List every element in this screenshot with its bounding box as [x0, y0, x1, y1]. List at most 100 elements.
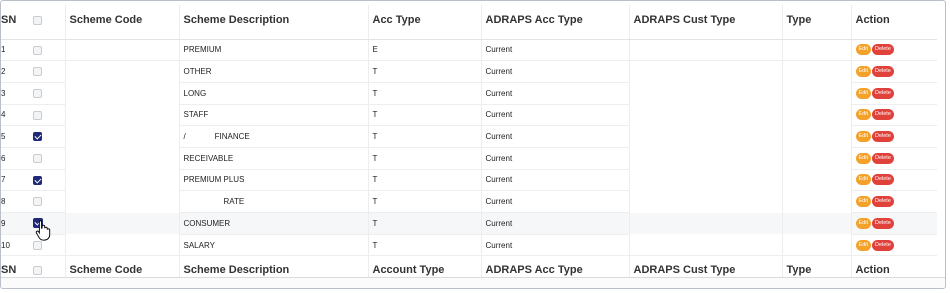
- table-row[interactable]: 3 LONG T Current Edit Delete: [1, 82, 937, 105]
- cell-adraps-cust-type: [628, 125, 782, 148]
- row-checkbox[interactable]: [33, 45, 42, 55]
- row-checkbox[interactable]: [33, 218, 43, 229]
- cell-action: Edit Delete: [850, 125, 937, 148]
- cell-adraps-acc-type: Current: [480, 169, 629, 192]
- cell-action: Edit Delete: [850, 60, 937, 83]
- delete-button[interactable]: Delete: [871, 131, 894, 143]
- cell-scheme-description: PREMIUM PLUS: [178, 169, 368, 192]
- row-checkbox[interactable]: [33, 240, 42, 250]
- delete-button[interactable]: Delete: [871, 87, 894, 99]
- cell-select[interactable]: [29, 104, 65, 127]
- cell-scheme-description: / FINANCE: [178, 125, 368, 148]
- cell-select[interactable]: [29, 234, 65, 257]
- header-acc-type[interactable]: Acc Type: [367, 5, 481, 40]
- header-select-all[interactable]: [29, 5, 65, 40]
- cell-sn: 3: [1, 82, 29, 105]
- row-checkbox[interactable]: [33, 132, 42, 142]
- cell-type: [781, 190, 851, 213]
- edit-button[interactable]: Edit: [855, 131, 871, 143]
- delete-button[interactable]: Delete: [871, 174, 894, 186]
- cell-adraps-cust-type: [628, 104, 782, 126]
- delete-button[interactable]: Delete: [871, 196, 894, 208]
- header-scheme-code[interactable]: Scheme Code: [64, 5, 179, 40]
- table-row[interactable]: 6 RECEIVABLE T Current Edit Delete: [1, 147, 937, 170]
- cell-type: [781, 212, 851, 235]
- cell-type: [781, 60, 851, 83]
- cell-acc-type: E: [367, 39, 481, 62]
- cell-action: Edit Delete: [850, 190, 937, 213]
- cell-type: [781, 104, 851, 126]
- cell-select[interactable]: [29, 60, 65, 83]
- row-checkbox[interactable]: [33, 67, 42, 77]
- cell-select[interactable]: [29, 169, 65, 192]
- delete-button[interactable]: Delete: [871, 239, 894, 251]
- cell-action: Edit Delete: [850, 147, 937, 170]
- cell-acc-type: T: [367, 169, 481, 192]
- delete-button[interactable]: Delete: [871, 66, 894, 78]
- cell-sn: 5: [1, 125, 29, 148]
- table-row[interactable]: 9 CONSUMER T Current Edit Delete: [1, 212, 937, 235]
- footer-checkbox[interactable]: [33, 265, 42, 275]
- cell-action: Edit Delete: [850, 169, 937, 192]
- cell-scheme-code: [64, 212, 179, 235]
- cell-select[interactable]: [29, 212, 65, 235]
- row-checkbox[interactable]: [33, 175, 42, 185]
- select-all-checkbox[interactable]: [33, 15, 42, 25]
- table-row[interactable]: 2 OTHER T Current Edit Delete: [1, 60, 937, 83]
- cell-adraps-cust-type: [628, 39, 782, 62]
- table-row[interactable]: 5 / FINANCE T Current Edit Delete: [1, 125, 937, 148]
- edit-button[interactable]: Edit: [855, 87, 871, 99]
- row-checkbox[interactable]: [33, 153, 42, 163]
- cell-type: [781, 234, 851, 257]
- cell-scheme-code: [64, 147, 179, 170]
- cell-select[interactable]: [29, 190, 65, 213]
- cell-adraps-acc-type: Current: [480, 212, 629, 235]
- row-checkbox[interactable]: [33, 197, 42, 207]
- cell-scheme-description: STAFF: [178, 104, 368, 127]
- delete-button[interactable]: Delete: [871, 44, 894, 56]
- cell-scheme-description: LONG: [178, 82, 368, 105]
- horizontal-scrollbar[interactable]: [1, 277, 945, 288]
- cell-acc-type: T: [367, 234, 481, 257]
- cell-adraps-cust-type: [628, 169, 782, 191]
- table-row[interactable]: 7 PREMIUM PLUS T Current Edit Delete: [1, 169, 937, 192]
- cell-select[interactable]: [29, 147, 65, 170]
- header-scheme-description[interactable]: Scheme Description: [178, 5, 368, 40]
- cell-adraps-cust-type: [628, 212, 782, 235]
- header-adraps-acc-type[interactable]: ADRAPS Acc Type: [480, 5, 629, 40]
- cell-scheme-description: RECEIVABLE: [178, 147, 368, 170]
- edit-button[interactable]: Edit: [855, 174, 871, 186]
- cell-scheme-code: [64, 190, 179, 213]
- header-adraps-cust-type[interactable]: ADRAPS Cust Type: [628, 5, 782, 40]
- cell-select[interactable]: [29, 39, 65, 62]
- header-sn[interactable]: SN: [1, 5, 29, 40]
- edit-button[interactable]: Edit: [855, 217, 871, 229]
- table-row[interactable]: 4 STAFF T Current Edit Delete: [1, 104, 937, 127]
- cell-select[interactable]: [29, 125, 65, 148]
- cell-select[interactable]: [29, 82, 65, 105]
- header-action: Action: [850, 5, 937, 40]
- cell-scheme-description: PREMIUM: [178, 39, 368, 62]
- cell-scheme-description: SALARY: [178, 234, 368, 257]
- edit-button[interactable]: Edit: [855, 239, 871, 251]
- header-type[interactable]: Type: [781, 5, 851, 40]
- cell-sn: 8: [1, 190, 29, 213]
- edit-button[interactable]: Edit: [855, 196, 871, 208]
- edit-button[interactable]: Edit: [855, 44, 871, 56]
- cell-action: Edit Delete: [850, 234, 937, 257]
- edit-button[interactable]: Edit: [855, 152, 871, 164]
- cell-adraps-acc-type: Current: [480, 190, 629, 213]
- delete-button[interactable]: Delete: [871, 152, 894, 164]
- row-checkbox[interactable]: [33, 110, 42, 120]
- edit-button[interactable]: Edit: [855, 66, 871, 78]
- cell-sn: 1: [1, 39, 29, 62]
- table-row[interactable]: 8 RATE T Current Edit Delete: [1, 190, 937, 213]
- row-checkbox[interactable]: [33, 88, 42, 98]
- delete-button[interactable]: Delete: [871, 217, 894, 229]
- table-row[interactable]: 10 SALARY T Current Edit Delete: [1, 234, 937, 257]
- cell-action: Edit Delete: [850, 104, 937, 127]
- cell-adraps-acc-type: Current: [480, 60, 629, 83]
- delete-button[interactable]: Delete: [871, 109, 894, 121]
- edit-button[interactable]: Edit: [855, 109, 871, 121]
- table-row[interactable]: 1 PREMIUM E Current Edit Delete: [1, 39, 937, 62]
